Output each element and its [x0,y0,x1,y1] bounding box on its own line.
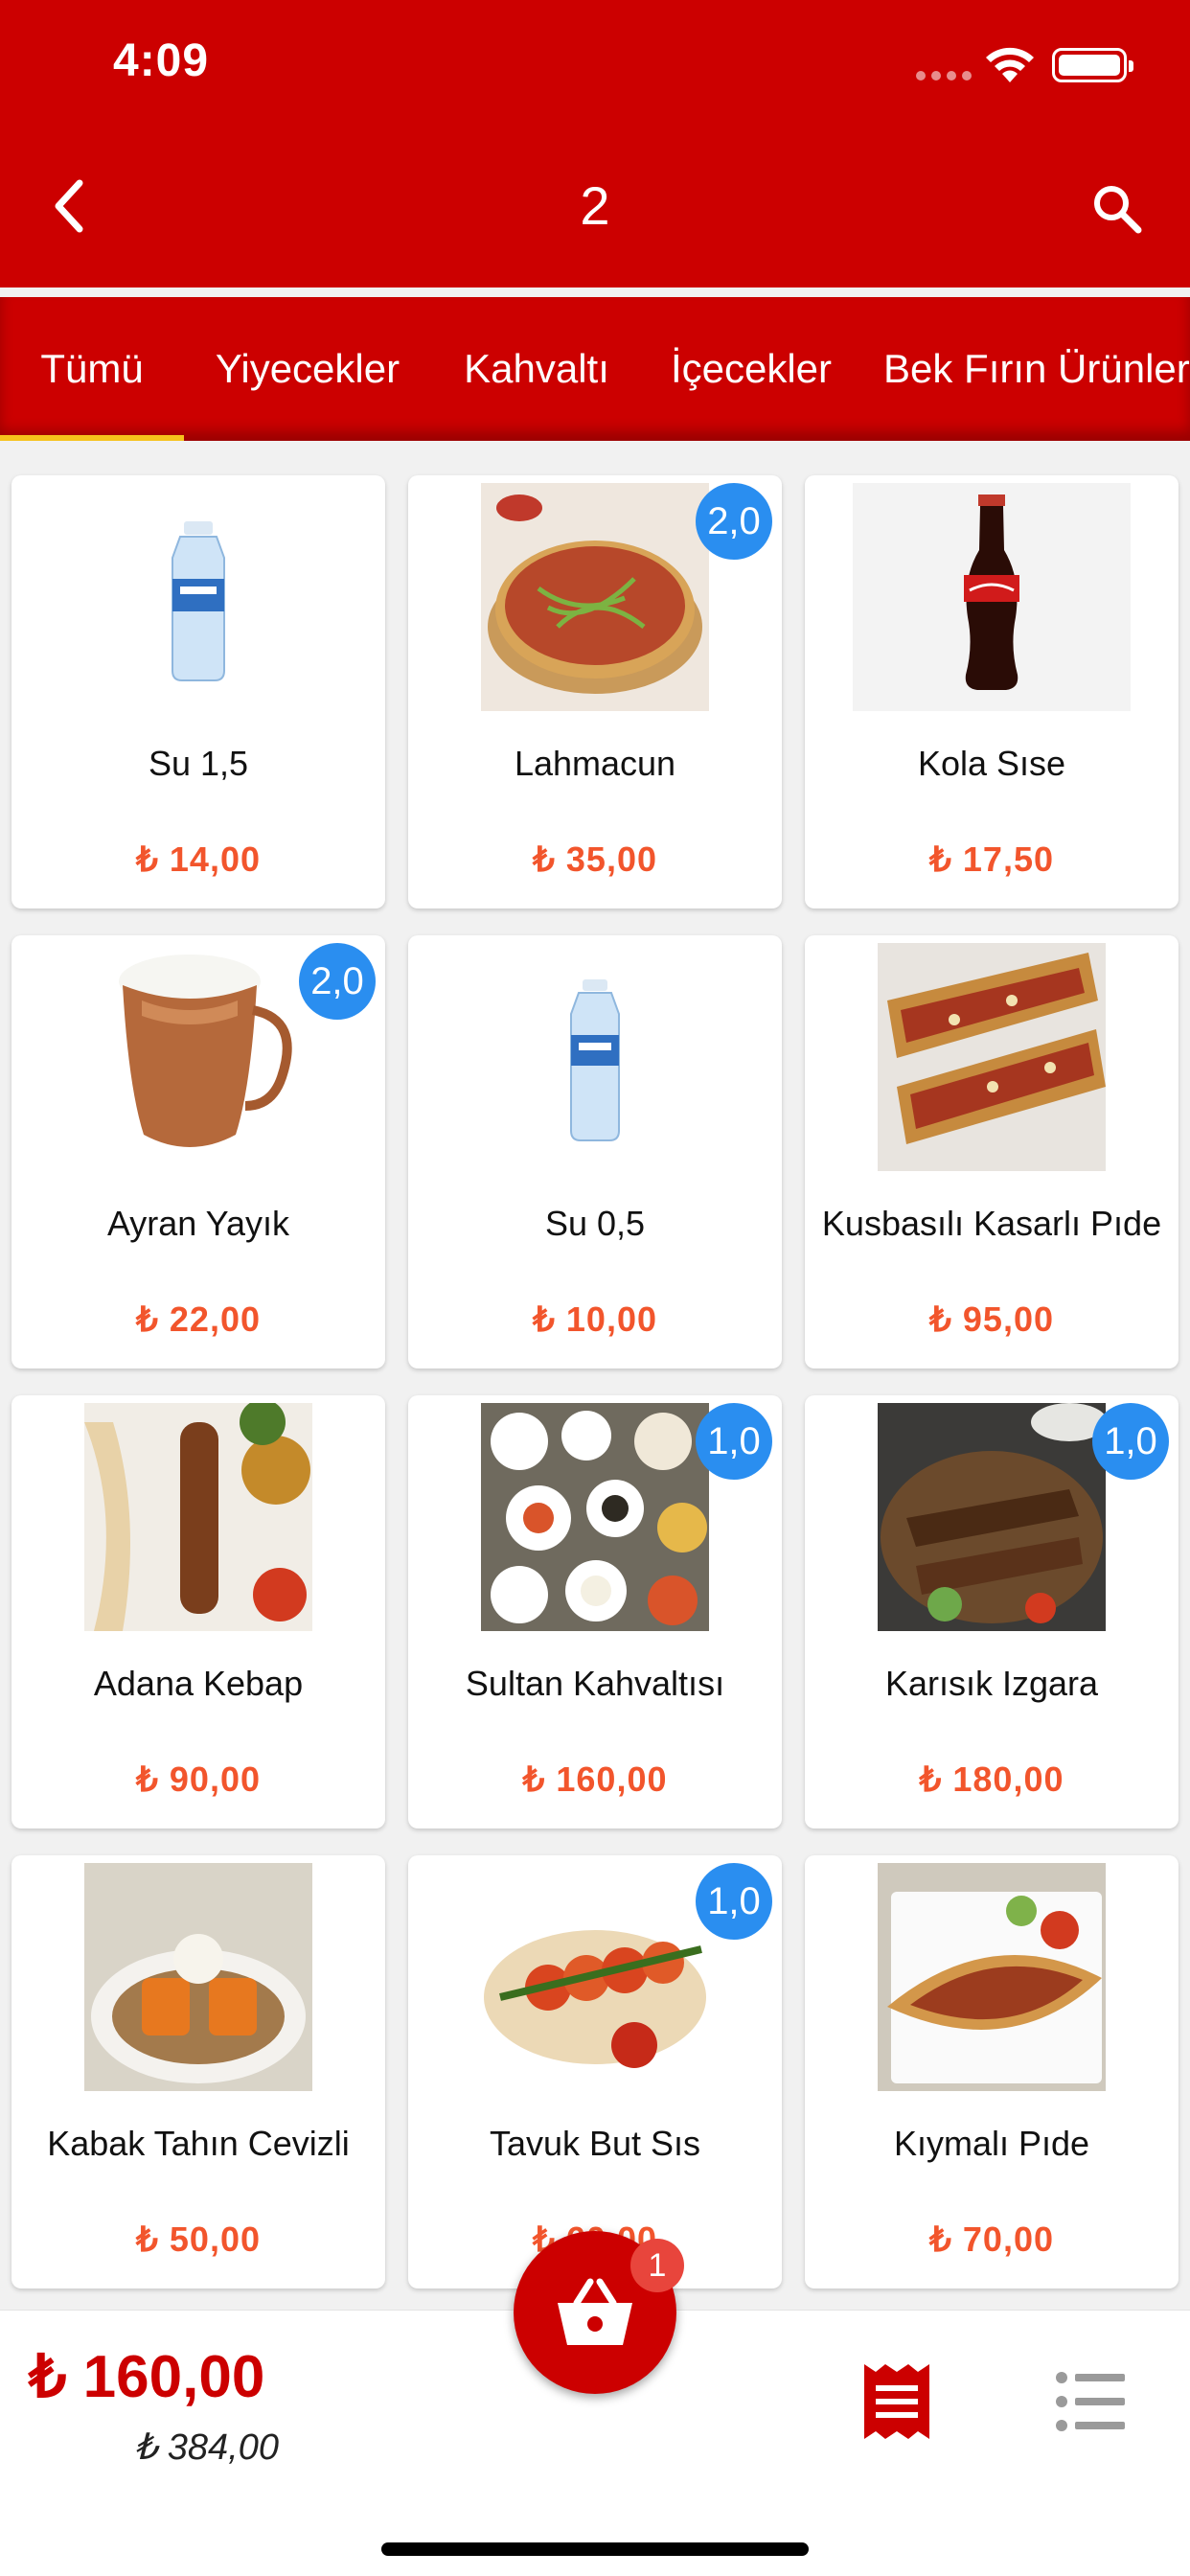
water-bottle-large-icon [84,483,312,711]
pide-image [878,943,1106,1171]
product-name: Sultan Kahvaltısı [465,1664,725,1703]
home-indicator [381,2542,809,2556]
tab-label: Tümü [40,346,144,391]
status-time: 4:09 [113,35,210,86]
cart-count-badge: 1 [630,2239,684,2292]
chicken-skewer-image [481,1863,709,2091]
adana-kebap-image [84,1403,312,1631]
product-price: ₺ 14,00 [136,840,261,879]
product-card[interactable]: Kola Sıse ₺ 17,50 [805,475,1179,908]
product-card[interactable]: Kabak Tahın Cevizli ₺ 50,00 [11,1855,385,2288]
water-bottle-small-icon [481,943,709,1171]
product-price: ₺ 160,00 [522,1760,668,1799]
product-price: ₺ 17,50 [929,840,1054,879]
cart-total: ₺ 160,00 [29,2344,265,2410]
product-card[interactable]: Kıymalı Pıde ₺ 70,00 [805,1855,1179,2288]
tab-all[interactable]: Tümü [0,297,184,441]
product-price: ₺ 95,00 [929,1300,1054,1339]
product-name: Su 0,5 [544,1204,646,1243]
cellular-signal-icon [916,71,972,80]
product-card[interactable]: 2,0 Ayran Yayık ₺ 22,00 [11,935,385,1368]
product-name: Tavuk But Sıs [489,2124,701,2163]
product-name: Adana Kebap [93,1664,304,1703]
tab-breakfast[interactable]: Kahvaltı [431,297,642,441]
product-price: ₺ 180,00 [919,1760,1064,1799]
product-grid: Su 1,5 ₺ 14,00 2,0 Lahmacun ₺ 35,00 Kola… [11,475,1179,2288]
ayran-cup-image [84,943,312,1171]
product-name: Kola Sıse [917,744,1066,783]
product-card[interactable]: Su 1,5 ₺ 14,00 [11,475,385,908]
quantity-badge: 1,0 [696,1863,772,1940]
breakfast-image [481,1403,709,1631]
basket-icon [558,2278,632,2345]
product-card[interactable]: 2,0 Lahmacun ₺ 35,00 [408,475,782,908]
cola-bottle-image [853,483,1131,711]
product-price: ₺ 10,00 [533,1300,657,1339]
minced-pide-image [878,1863,1106,2091]
toolbar: 2 [0,153,1190,259]
product-name: Kabak Tahın Cevizli [47,2124,350,2163]
quantity-badge: 2,0 [696,483,772,560]
tab-label: İçecekler [670,346,833,391]
tab-food[interactable]: Yiyecekler [184,297,431,441]
product-price: ₺ 35,00 [533,840,657,879]
battery-icon [1052,48,1133,82]
product-price: ₺ 22,00 [136,1300,261,1339]
wifi-icon [986,47,1034,82]
tab-bakery[interactable]: Bek Fırın Ürünleri [860,297,1190,441]
tab-label: Yiyecekler [215,346,400,391]
product-price: ₺ 50,00 [136,2220,261,2259]
product-card[interactable]: 1,0 Karısık Izgara ₺ 180,00 [805,1395,1179,1828]
quantity-badge: 1,0 [696,1403,772,1480]
status-bar: 4:09 [0,0,1190,134]
tab-drinks[interactable]: İçecekler [642,297,860,441]
product-card[interactable]: Adana Kebap ₺ 90,00 [11,1395,385,1828]
receipt-icon[interactable] [860,2360,933,2443]
product-name: Kusbasılı Kasarlı Pıde [821,1204,1162,1243]
product-card[interactable]: Su 0,5 ₺ 10,00 [408,935,782,1368]
list-icon[interactable] [1054,2368,1127,2435]
tab-label: Bek Fırın Ürünleri [883,346,1190,391]
page-title: 2 [580,175,610,236]
quantity-badge: 2,0 [299,943,376,1020]
product-name: Su 1,5 [148,744,249,783]
quantity-badge: 1,0 [1092,1403,1169,1480]
pumpkin-dessert-image [84,1863,312,2091]
tab-label: Kahvaltı [464,346,609,391]
product-name: Karısık Izgara [884,1664,1099,1703]
product-card[interactable]: Kusbasılı Kasarlı Pıde ₺ 95,00 [805,935,1179,1368]
search-button[interactable] [1079,171,1156,247]
product-card[interactable]: 1,0 Sultan Kahvaltısı ₺ 160,00 [408,1395,782,1828]
search-icon [1094,186,1142,234]
category-tab-bar: Tümü Yiyecekler Kahvaltı İçecekler Bek F… [0,297,1190,441]
mixed-grill-image [878,1403,1106,1631]
product-name: Kıymalı Pıde [893,2124,1090,2163]
product-price: ₺ 70,00 [929,2220,1054,2259]
lahmacun-image [481,483,709,711]
product-card[interactable]: 1,0 Tavuk But Sıs ₺ 60,00 [408,1855,782,2288]
product-name: Ayran Yayık [106,1204,290,1243]
product-price: ₺ 90,00 [136,1760,261,1799]
app-bar: 4:09 2 [0,0,1190,288]
product-name: Lahmacun [514,744,676,783]
cart-subtotal: ₺ 384,00 [134,2427,279,2468]
